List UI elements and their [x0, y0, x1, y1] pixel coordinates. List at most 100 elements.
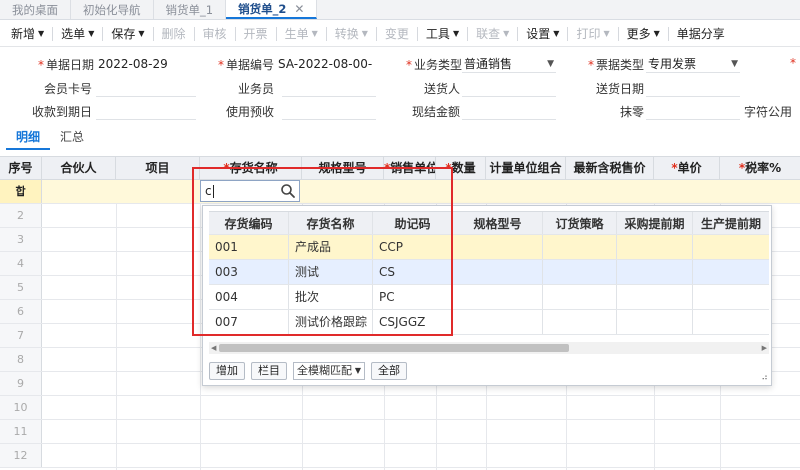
col-project[interactable]: 项目: [116, 157, 200, 179]
row-number: 4: [0, 252, 42, 275]
ref-col-spec[interactable]: 规格型号: [453, 212, 543, 234]
scroll-right-icon[interactable]: ▶: [762, 342, 767, 354]
extra-required-mark: *: [790, 56, 796, 70]
col-latest-price[interactable]: 最新含税售价: [566, 157, 654, 179]
caret-down-icon: ▼: [354, 366, 361, 375]
doc-no-field[interactable]: SA-2022-08-00-0...: [276, 56, 372, 73]
ref-col-mnemonic[interactable]: 助记码: [373, 212, 453, 234]
scroll-thumb[interactable]: [219, 344, 569, 352]
generate-button[interactable]: 生单 ▼: [278, 25, 325, 42]
ref-cell-spec: [453, 235, 543, 259]
col-price[interactable]: *单价: [654, 157, 720, 179]
divider: [467, 26, 469, 41]
divider: [193, 26, 195, 41]
close-icon[interactable]: ✕: [294, 2, 304, 16]
member-card-field[interactable]: [96, 80, 196, 97]
col-qty[interactable]: *数量: [436, 157, 486, 179]
show-all-button[interactable]: 全部: [371, 362, 407, 380]
more-button[interactable]: 更多 ▼: [620, 25, 667, 42]
divider: [325, 26, 327, 41]
reference-row[interactable]: 004 批次 PC: [209, 285, 769, 310]
toolbar: 新增 ▼ 选单 ▼ 保存 ▼ 删除 审核 开票 生单 ▼ 转换 ▼ 变更 工具 ▼ 联查 ▼ …: [0, 21, 800, 47]
reference-row[interactable]: 007 测试价格跟踪 CSJGGZ: [209, 310, 769, 335]
settings-button[interactable]: 设置 ▼: [519, 25, 566, 42]
tab-detail[interactable]: 明细: [6, 128, 51, 150]
tab-label: 我的桌面: [12, 2, 58, 17]
convert-button[interactable]: 转换 ▼: [328, 25, 375, 42]
ref-cell-mnemonic: PC: [373, 285, 453, 309]
reference-row[interactable]: 001 产成品 CCP: [209, 235, 769, 260]
biz-type-label: * 业务类型: [405, 58, 462, 72]
due-date-field[interactable]: [96, 103, 196, 120]
ref-cell-production-lead: [693, 235, 769, 259]
new-button[interactable]: 新增 ▼: [4, 25, 51, 42]
tab-label: 销货单_1: [165, 2, 214, 17]
col-partner[interactable]: 合伙人: [42, 157, 116, 179]
save-button[interactable]: 保存 ▼: [104, 25, 151, 42]
scroll-left-icon[interactable]: ◀: [211, 342, 216, 354]
tab-init-nav[interactable]: 初始化导航: [71, 0, 154, 19]
col-unit-group[interactable]: 计量单位组合: [486, 157, 566, 179]
delete-button[interactable]: 删除: [155, 25, 193, 42]
writeoff-field[interactable]: [646, 103, 740, 120]
match-mode-select[interactable]: 全模糊匹配 ▼: [293, 362, 365, 380]
col-seq[interactable]: 序号: [0, 157, 42, 179]
link-query-button[interactable]: 联查 ▼: [469, 25, 516, 42]
share-button[interactable]: 单据分享: [670, 25, 732, 42]
deliverer-field[interactable]: [462, 80, 556, 97]
prepay-label: 使用预收: [225, 105, 274, 119]
biz-type-select[interactable]: 普通销售 ▼: [462, 56, 556, 73]
columns-button[interactable]: 栏目: [251, 362, 287, 380]
horizontal-scrollbar[interactable]: ◀ ▶: [209, 342, 769, 354]
search-icon[interactable]: [280, 183, 296, 199]
table-row[interactable]: 12: [0, 444, 800, 468]
tab-sales-2[interactable]: 销货单_2 ✕: [226, 0, 318, 19]
invoice-type-select[interactable]: 专用发票 ▼: [646, 56, 740, 73]
detail-tabs: 明细 汇总: [0, 128, 800, 150]
divider: [102, 26, 104, 41]
select-doc-button[interactable]: 选单 ▼: [54, 25, 101, 42]
resize-grip-icon[interactable]: ⠴: [761, 373, 768, 383]
search-input-value: c: [205, 184, 212, 198]
divider: [617, 26, 619, 41]
ref-cell-name: 测试: [289, 260, 373, 284]
tools-button[interactable]: 工具 ▼: [419, 25, 466, 42]
ref-col-production-lead[interactable]: 生产提前期: [693, 212, 769, 234]
ref-col-name[interactable]: 存货名称: [289, 212, 373, 234]
doc-date-field[interactable]: 2022-08-29: [96, 56, 196, 73]
table-row[interactable]: 합: [0, 180, 800, 204]
print-button[interactable]: 打印 ▼: [569, 25, 616, 42]
invoice-button[interactable]: 开票: [237, 25, 275, 42]
col-unit[interactable]: *销售单位: [384, 157, 436, 179]
col-item-name[interactable]: *存货名称: [200, 157, 302, 179]
ref-cell-name: 批次: [289, 285, 373, 309]
reference-header: 存货编码 存货名称 助记码 规格型号 订货策略 采购提前期 生产提前期: [209, 211, 769, 235]
caret-down-icon: ▼: [88, 29, 95, 38]
item-search-input[interactable]: c: [200, 180, 300, 202]
ref-cell-code: 003: [209, 260, 289, 284]
delivery-date-field[interactable]: [646, 80, 740, 97]
reference-row[interactable]: 003 测试 CS: [209, 260, 769, 285]
table-row[interactable]: 10: [0, 396, 800, 420]
ref-cell-purchase-lead: [617, 260, 693, 284]
col-spec[interactable]: 规格型号: [302, 157, 384, 179]
due-date-label: 收款到期日: [31, 105, 92, 119]
tab-summary[interactable]: 汇总: [50, 128, 94, 150]
ref-col-code[interactable]: 存货编码: [209, 212, 289, 234]
prepay-field[interactable]: [282, 103, 376, 120]
add-item-button[interactable]: 增加: [209, 362, 245, 380]
tab-my-desktop[interactable]: 我的桌面: [0, 0, 71, 19]
change-button[interactable]: 变更: [378, 25, 416, 42]
row-number: 7: [0, 324, 42, 347]
caret-down-icon: ▼: [452, 29, 460, 38]
ref-cell-purchase-lead: [617, 285, 693, 309]
audit-button[interactable]: 审核: [196, 25, 234, 42]
ref-cell-purchase-lead: [617, 235, 693, 259]
tab-sales-1[interactable]: 销货单_1: [154, 0, 227, 19]
col-tax-rate[interactable]: *税率%: [720, 157, 800, 179]
table-row[interactable]: 11: [0, 420, 800, 444]
salesman-field[interactable]: [282, 80, 376, 97]
ref-col-purchase-lead[interactable]: 采购提前期: [617, 212, 693, 234]
ref-col-order-policy[interactable]: 订货策略: [543, 212, 617, 234]
cash-amount-field[interactable]: [462, 103, 556, 120]
